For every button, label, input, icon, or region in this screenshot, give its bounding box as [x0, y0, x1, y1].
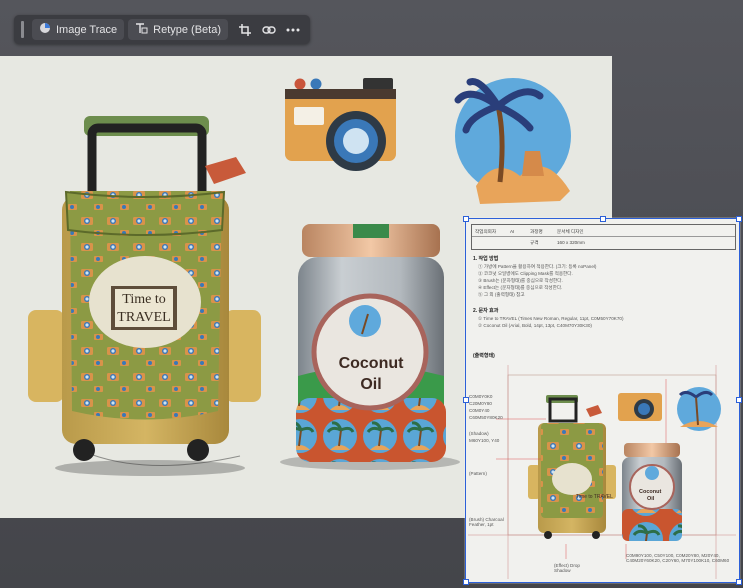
link-icon[interactable]: [258, 19, 280, 40]
image-trace-button[interactable]: Image Trace: [32, 19, 125, 40]
callout-colors: C0M90Y100, C50Y100, C0M20Y80, M20Y40, C4…: [626, 553, 730, 563]
selection-handle[interactable]: [736, 397, 742, 403]
callout-pattern: (Pattern): [469, 471, 487, 476]
retype-icon: [135, 22, 148, 37]
callout-brush: (Brush) Charcoal Feather, 1pt: [469, 517, 504, 527]
header-cell: 작업의뢰자: [475, 229, 497, 234]
beach-palm-illustration[interactable]: [454, 78, 571, 204]
jar-label-line2: Oil: [360, 376, 381, 393]
jar-label-line1: Coconut: [339, 355, 405, 372]
camera-illustration[interactable]: [285, 78, 396, 171]
crop-icon[interactable]: [234, 19, 256, 40]
callout-left: (Shadow): [469, 431, 489, 436]
section2-line: ① Time to TRAVEL (Times New Roman, Regul…: [478, 316, 624, 321]
mini-jar-line1: Coconut: [639, 489, 662, 495]
selection-handle[interactable]: [600, 216, 606, 222]
image-trace-label: Image Trace: [56, 23, 118, 36]
callout-left: C60M50Y80K20: [469, 415, 503, 420]
header-cell: 문서체 디자인: [557, 229, 584, 234]
suitcase-tag-line2: TRAVEL: [117, 310, 170, 325]
callout-left: C0M0Y40: [469, 408, 490, 413]
selection-handle[interactable]: [463, 397, 469, 403]
section1-title: 1. 작업 방법: [473, 256, 499, 262]
selection-handle[interactable]: [736, 579, 742, 585]
contextual-task-bar: Image Trace Retype (Beta): [14, 15, 310, 44]
mini-suitcase-tag: Time to TRAVEL: [576, 494, 613, 500]
section1-line: ④ Effect는 (문자형태)를 중심으로 작성한다.: [478, 285, 563, 290]
section2-title: 2. 문자 효과: [473, 308, 499, 314]
section2-line: ② Coconut Oil (Arial, Bold, 14pt, 13pt, …: [478, 323, 592, 328]
section1-line: ③ Brush는 (문자형태)를 중심으로 작성한다.: [478, 278, 563, 283]
more-icon[interactable]: [282, 19, 304, 40]
mini-jar-line2: Oil: [647, 496, 655, 502]
section1-line: ② 코코넛 오일병에도 Clipping Mask를 적용한다.: [478, 271, 573, 276]
selection-handle[interactable]: [463, 579, 469, 585]
document-header-table: 작업의뢰자 AI 과정명 문서체 디자인 규격 160 x 320mm: [471, 224, 736, 250]
header-cell: 과정명: [530, 229, 543, 234]
callout-left: M60Y100, Y40: [469, 438, 500, 443]
output-title: (출력형태): [473, 353, 495, 359]
retype-button[interactable]: Retype (Beta): [128, 19, 229, 40]
section1-line: ① 가방에 Pattern을 활용하여 적용한다. (크기: 등록 noPane…: [478, 264, 597, 269]
section1-line: ⑤ 그 외 (출력형태) 참고: [478, 292, 525, 297]
retype-label: Retype (Beta): [153, 23, 222, 36]
callout-left: C0M0Y0K0: [469, 394, 493, 399]
output-preview: [468, 365, 736, 579]
placed-reference-document[interactable]: 작업의뢰자 AI 과정명 문서체 디자인 규격 160 x 320mm 1. 작…: [463, 216, 742, 585]
suitcase-tag-line1: Time to: [122, 292, 165, 307]
header-cell: 규격: [530, 240, 539, 245]
selection-handle[interactable]: [463, 216, 469, 222]
callout-left: C20M0Y80: [469, 401, 492, 406]
callout-effect: (Effect) Drop Shadow: [554, 563, 580, 573]
selection-handle[interactable]: [736, 216, 742, 222]
image-trace-icon: [39, 22, 51, 37]
header-cell: 160 x 320mm: [557, 240, 585, 245]
coconut-oil-jar-illustration[interactable]: [280, 224, 460, 470]
toolbar-grip-handle[interactable]: [21, 21, 24, 38]
header-cell: AI: [510, 229, 515, 234]
